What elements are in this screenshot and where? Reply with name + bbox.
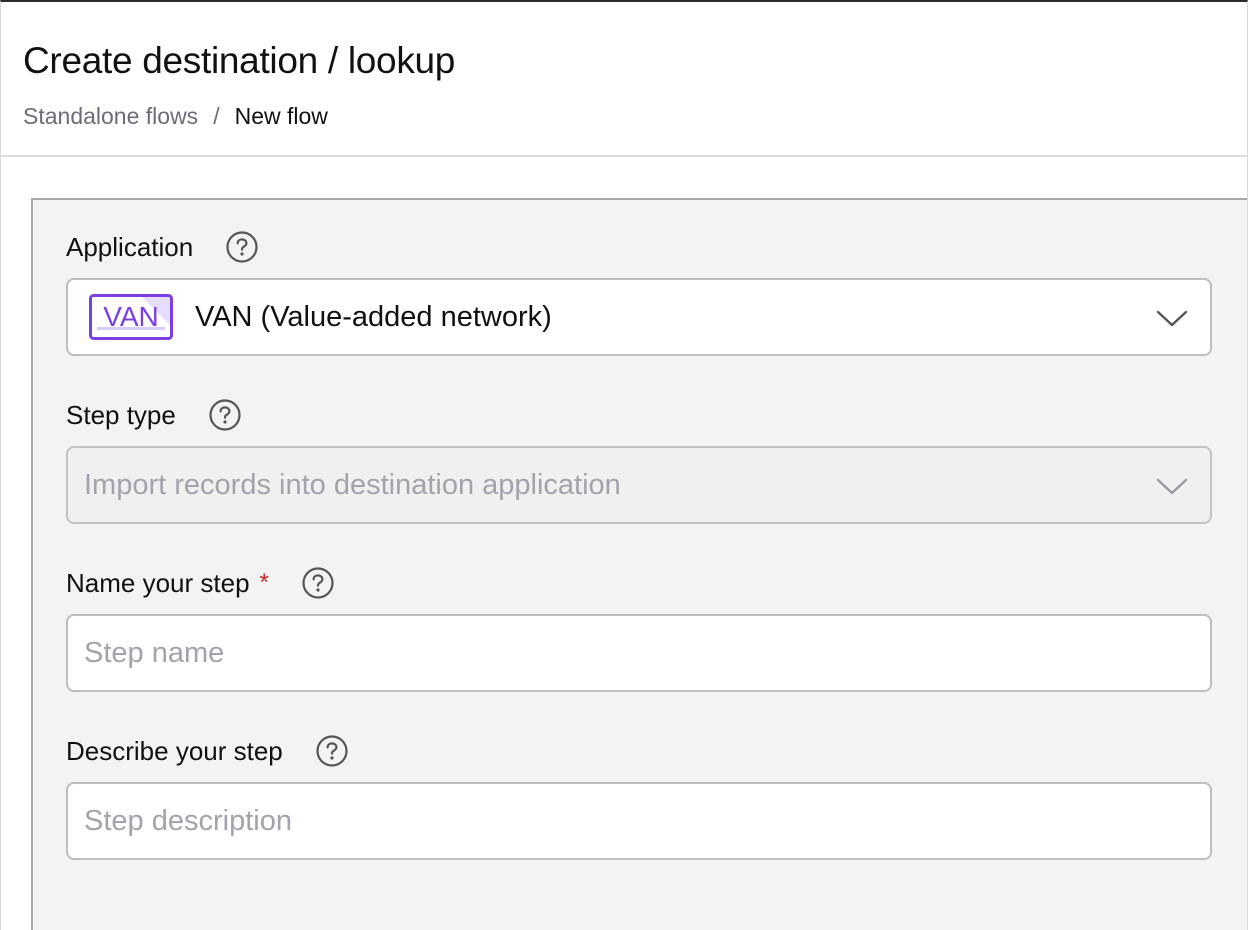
step-type-select-value: Import records into destination applicat…	[84, 469, 621, 501]
van-logo: VAN	[89, 294, 173, 340]
question-circle-icon[interactable]	[301, 566, 335, 600]
step-description-input[interactable]	[66, 782, 1212, 860]
step-type-label-row: Step type	[66, 398, 242, 432]
step-description-label: Describe your step	[66, 736, 283, 766]
question-circle-icon[interactable]	[315, 734, 349, 768]
application-select[interactable]: VAN VAN (Value-added network)	[66, 278, 1212, 356]
application-select-value: VAN (Value-added network)	[195, 301, 552, 333]
application-label-row: Application	[66, 230, 259, 264]
app-window: Create destination / lookup Standalone f…	[0, 0, 1248, 930]
breadcrumb: Standalone flows / New flow	[23, 102, 328, 130]
breadcrumb-current: New flow	[234, 103, 328, 129]
question-circle-icon[interactable]	[208, 398, 242, 432]
step-type-label: Step type	[66, 400, 176, 430]
step-type-select[interactable]: Import records into destination applicat…	[66, 446, 1212, 524]
page-header: Create destination / lookup Standalone f…	[1, 2, 1247, 157]
step-name-label: Name your step	[66, 568, 250, 598]
page-title: Create destination / lookup	[23, 40, 456, 81]
svg-text:VAN: VAN	[103, 301, 159, 332]
step-name-input[interactable]	[66, 614, 1212, 692]
step-name-label-row: Name your step *	[66, 566, 335, 600]
application-label: Application	[66, 232, 194, 262]
required-marker: *	[259, 569, 269, 596]
chevron-down-icon[interactable]	[1156, 304, 1188, 332]
step-form-panel: Application VAN VAN (Value-added network…	[31, 198, 1247, 930]
breadcrumb-standalone-flows-link[interactable]: Standalone flows	[23, 102, 198, 130]
step-description-label-row: Describe your step	[66, 734, 349, 768]
chevron-down-icon[interactable]	[1156, 472, 1188, 500]
breadcrumb-separator: /	[213, 103, 220, 129]
question-circle-icon[interactable]	[225, 230, 259, 264]
